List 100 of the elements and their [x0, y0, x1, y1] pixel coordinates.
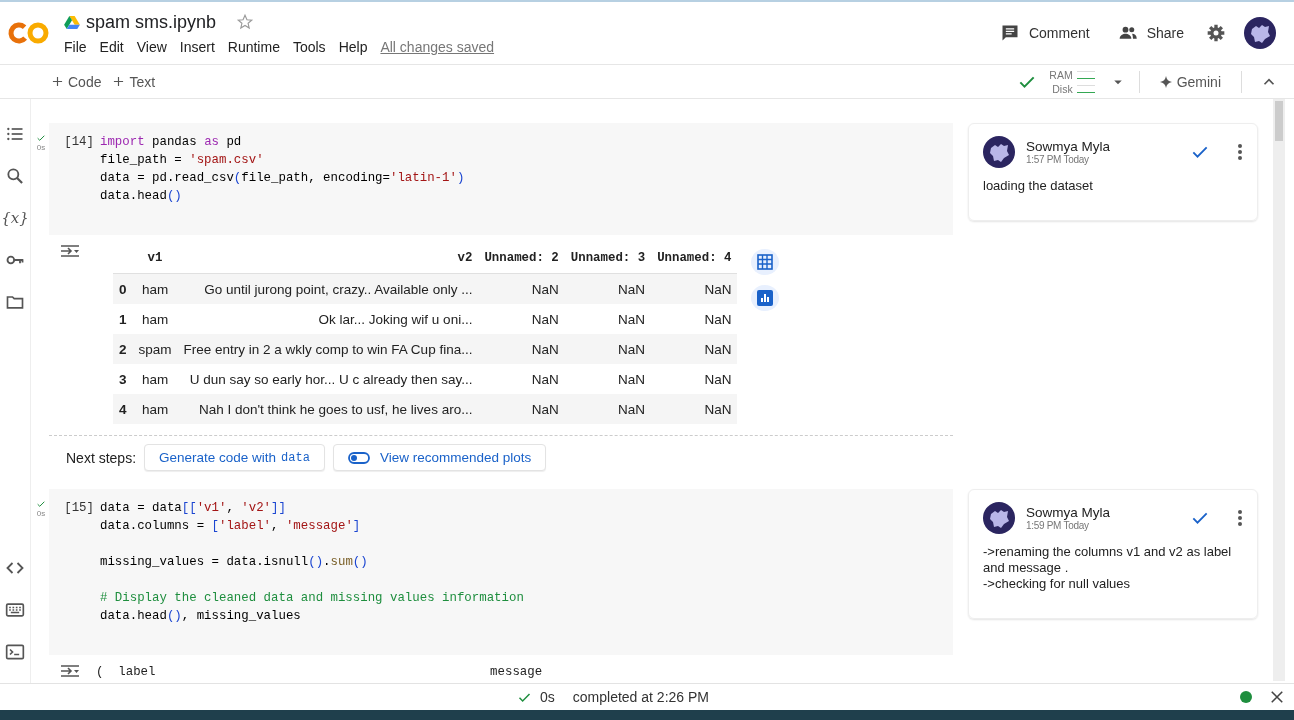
row-index: 1	[113, 304, 133, 334]
code-cell[interactable]: [15] data = data[['v1', 'v2']] data.columns = ['label', 'message'] missing_values = data.isnull().sum() # Display the cleaned data and missing values information data.head(), missing_values	[49, 489, 953, 655]
execution-count: [15]	[63, 500, 94, 517]
code-line: data = data[['v1', 'v2']]	[100, 500, 287, 517]
comment-time: 1:57 PM Today	[1026, 154, 1090, 165]
drive-icon	[64, 15, 80, 29]
code-line: missing_values = data.isnull().sum()	[100, 554, 369, 571]
ram-meter	[1076, 70, 1095, 79]
comment-text: loading the dataset	[983, 178, 1094, 194]
row-index: 4	[113, 394, 133, 424]
add-text-button[interactable]: Text	[107, 69, 162, 94]
comment-button[interactable]: Comment	[987, 17, 1102, 49]
comment-author: Sowmya Myla	[1026, 505, 1112, 520]
sparkle-icon	[1159, 75, 1172, 88]
menu-item[interactable]: Edit	[99, 38, 124, 55]
star-icon[interactable]	[236, 13, 255, 31]
table-cell: NaN	[564, 304, 652, 334]
settings-icon[interactable]	[1206, 23, 1226, 43]
column-header: Unnamed: 4	[651, 243, 738, 274]
table-cell: NaN	[651, 304, 738, 334]
table-cell: NaN	[564, 364, 652, 394]
close-icon[interactable]	[1270, 690, 1284, 704]
table-cell: NaN	[651, 273, 738, 304]
code-line: data = pd.read_csv(file_path, encoding='latin-1')	[100, 170, 465, 187]
colab-logo[interactable]	[8, 21, 50, 45]
table-cell: NaN	[564, 394, 652, 424]
column-header: v2	[177, 243, 479, 274]
avatar[interactable]	[983, 502, 1015, 534]
table-cell: NaN	[478, 304, 565, 334]
toggle-icon	[347, 451, 370, 464]
output-toggle-icon[interactable]	[59, 663, 81, 679]
terminal-icon[interactable]	[5, 642, 25, 662]
table-cell: ham	[132, 364, 178, 394]
table-cell: Go until jurong point, crazy.. Available only ...	[177, 273, 479, 304]
menu-item[interactable]: View	[136, 38, 167, 55]
run-duration: 0s	[36, 143, 46, 152]
chart-suggest-button[interactable]	[751, 285, 780, 311]
code-line: data.head(), missing_values	[100, 608, 302, 625]
table-cell: NaN	[651, 364, 738, 394]
column-header: Unnamed: 2	[478, 243, 565, 274]
gemini-button[interactable]: Gemini	[1153, 69, 1227, 94]
row-index: 0	[113, 273, 133, 304]
avatar[interactable]	[983, 136, 1015, 168]
comment-time: 1:59 PM Today	[1026, 520, 1090, 531]
table-cell: Free entry in 2 a wkly comp to win FA Cup fina...	[177, 334, 479, 364]
recommended-plots-button[interactable]: View recommended plots	[332, 444, 547, 471]
table-cell: U dun say so early hor... U c already then say...	[177, 364, 479, 394]
output-text: ( label message	[96, 664, 543, 681]
code-line: file_path = 'spam.csv'	[100, 152, 265, 169]
share-button[interactable]: Share	[1105, 17, 1196, 49]
next-steps-label: Next steps:	[66, 449, 137, 466]
scrollbar-thumb[interactable]	[1275, 101, 1283, 141]
more-options-icon[interactable]	[1237, 143, 1243, 161]
table-icon	[757, 254, 774, 270]
save-status-link[interactable]: All changes saved	[380, 38, 495, 55]
disk-meter	[1076, 84, 1095, 93]
table-cell: NaN	[478, 273, 565, 304]
bar-chart-icon	[757, 290, 774, 306]
disk-label: Disk	[1052, 82, 1073, 95]
row-index: 3	[113, 364, 133, 394]
table-cell: ham	[132, 394, 178, 424]
table-cell: NaN	[651, 334, 738, 364]
search-icon[interactable]	[5, 166, 25, 186]
keyboard-icon[interactable]	[5, 600, 25, 620]
notebook-title[interactable]: spam sms.ipynb	[86, 11, 217, 33]
plus-icon	[52, 76, 63, 87]
menu-item[interactable]: Tools	[292, 38, 326, 55]
code-cell[interactable]: [14] import pandas as pd file_path = 'spam.csv' data = pd.read_csv(file_path, encoding='latin-1') data.head()	[49, 123, 953, 235]
generate-code-button[interactable]: Generate code with data	[144, 444, 325, 471]
avatar[interactable]	[1244, 17, 1276, 49]
menu-item[interactable]: Runtime	[227, 38, 280, 55]
scrollbar[interactable]	[1273, 99, 1285, 681]
plus-icon	[113, 76, 125, 87]
menu-item[interactable]: File	[64, 38, 87, 55]
menu-item[interactable]: Help	[338, 38, 368, 55]
table-cell: NaN	[564, 273, 652, 304]
table-cell: ham	[132, 304, 178, 334]
row-index: 2	[113, 334, 133, 364]
table-cell: Ok lar... Joking wif u oni...	[177, 304, 479, 334]
table-cell: NaN	[564, 334, 652, 364]
code-line: data.columns = ['label', 'message']	[100, 518, 362, 535]
table-cell: NaN	[478, 364, 565, 394]
more-options-icon[interactable]	[1237, 509, 1243, 527]
output-toggle-icon[interactable]	[59, 243, 81, 259]
run-duration: 0s	[540, 689, 555, 705]
comment-author: Sowmya Myla	[1026, 139, 1112, 154]
code-line: data.head()	[100, 188, 183, 205]
table-view-button[interactable]	[751, 249, 780, 275]
column-header: Unnamed: 3	[564, 243, 652, 274]
code-line: import pandas as pd	[100, 134, 243, 151]
execution-count: [14]	[63, 134, 94, 151]
table-cell: NaN	[651, 394, 738, 424]
variables-tab[interactable]: {x}	[1, 209, 29, 227]
ram-label: RAM	[1049, 68, 1073, 81]
menu-item[interactable]: Insert	[179, 38, 215, 55]
comment-icon	[999, 23, 1020, 43]
completion-status: completed at 2:26 PM	[572, 689, 709, 705]
table-cell: Nah I don't think he goes to usf, he lives aro...	[177, 394, 479, 424]
table-cell: spam	[132, 334, 178, 364]
add-code-button[interactable]: Code	[46, 69, 108, 94]
